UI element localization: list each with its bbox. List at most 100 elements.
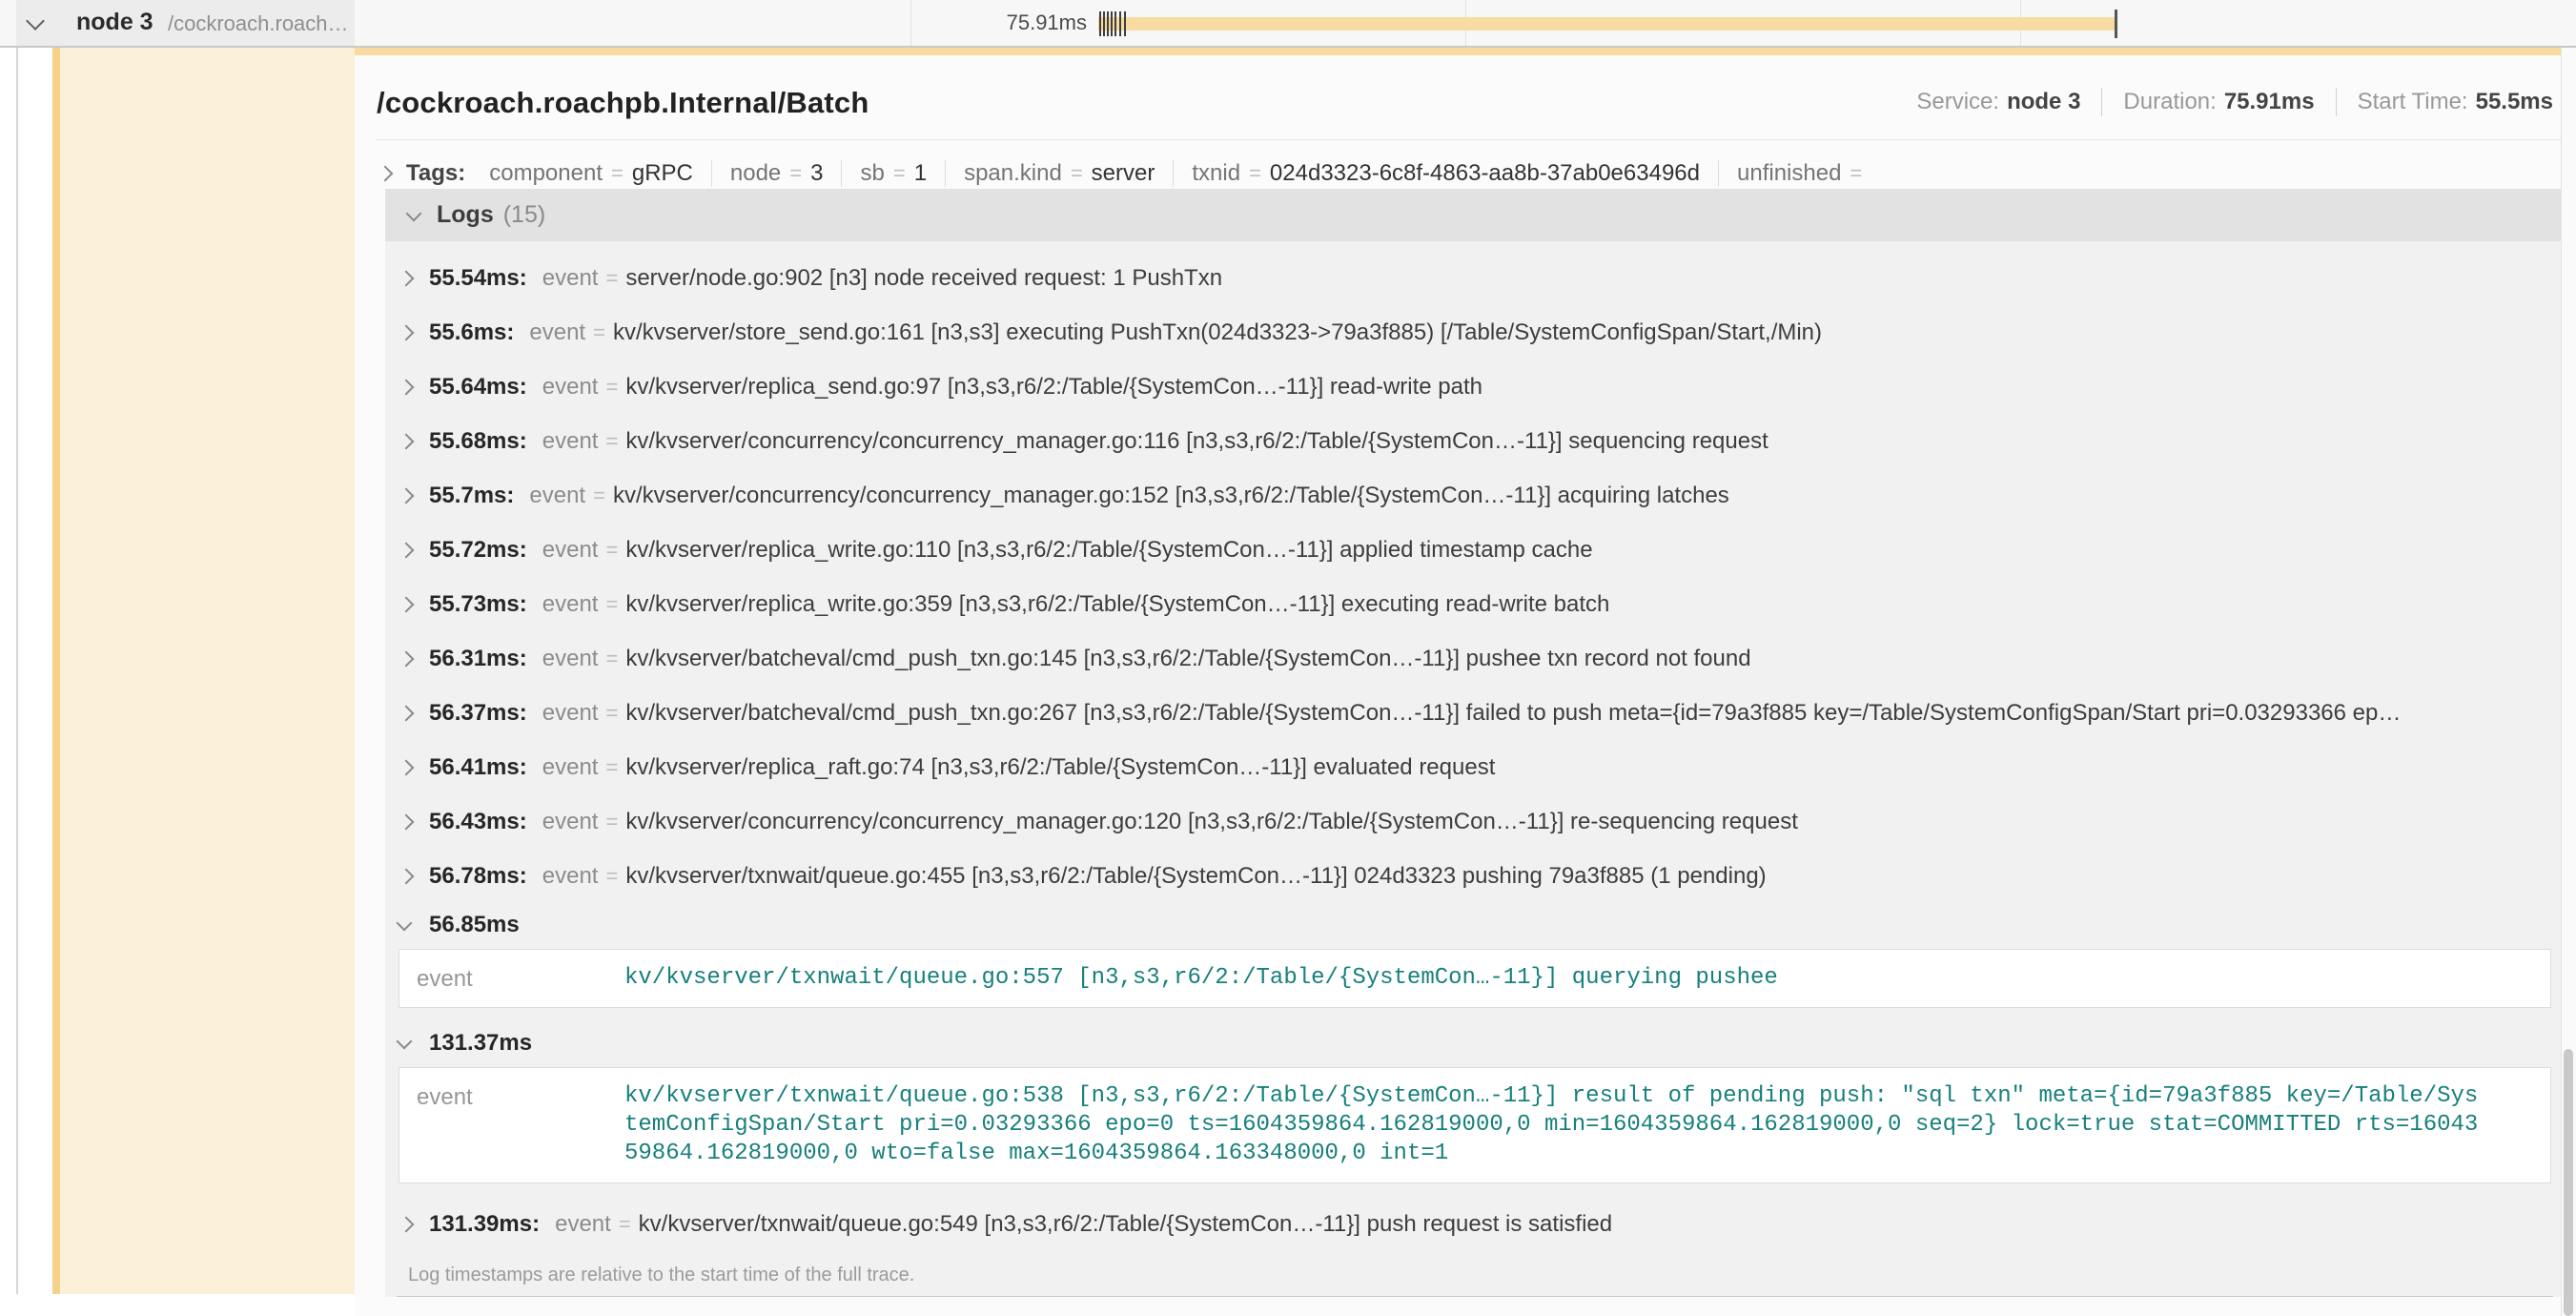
log-field-value: kv/kvserver/replica_write.go:110 [n3,s3,… bbox=[625, 537, 1592, 564]
log-row[interactable]: 55.6ms: event = kv/kvserver/store_send.g… bbox=[397, 305, 2553, 360]
log-field-value: kv/kvserver/replica_write.go:359 [n3,s3,… bbox=[625, 591, 1609, 618]
equals-sign: = bbox=[605, 701, 618, 726]
log-timestamp: 131.39ms: bbox=[429, 1211, 540, 1238]
chevron-right-icon bbox=[399, 379, 415, 395]
log-field-key: event bbox=[529, 319, 585, 346]
equals-sign: = bbox=[593, 483, 605, 508]
meta-separator bbox=[2101, 88, 2102, 116]
tag-txnid: txnid = 024d3323-6c8f-4863-aa8b-37ab0e63… bbox=[1173, 160, 1718, 187]
log-field-key: event bbox=[542, 374, 599, 401]
selected-span-name-column bbox=[59, 48, 355, 1294]
span-operation-name[interactable]: /cockroach.roach… bbox=[168, 11, 349, 36]
log-field-value: kv/kvserver/store_send.go:161 [n3,s3] ex… bbox=[613, 319, 1822, 346]
log-marker-tick bbox=[1124, 11, 1126, 36]
log-row[interactable]: 56.41ms: event = kv/kvserver/replica_raf… bbox=[397, 740, 2553, 794]
detail-panel-accent-border bbox=[355, 48, 2576, 55]
log-marker-tick bbox=[1119, 11, 1121, 36]
log-row[interactable]: 55.7ms: event = kv/kvserver/concurrency/… bbox=[397, 468, 2553, 523]
log-field-key: event bbox=[542, 265, 599, 292]
log-field-value: kv/kvserver/concurrency/concurrency_mana… bbox=[625, 809, 1798, 835]
log-row[interactable]: 55.73ms: event = kv/kvserver/replica_wri… bbox=[397, 577, 2553, 631]
span-duration-bar[interactable] bbox=[1098, 17, 2116, 31]
log-timestamp: 56.43ms: bbox=[429, 809, 527, 835]
log-field-value: kv/kvserver/txnwait/queue.go:455 [n3,s3,… bbox=[625, 863, 1766, 890]
equals-sign: = bbox=[1249, 161, 1261, 186]
log-marker-tick bbox=[1114, 11, 1116, 36]
log-timestamp: 55.7ms: bbox=[429, 483, 514, 509]
log-row[interactable]: 55.68ms: event = kv/kvserver/concurrency… bbox=[397, 414, 2553, 468]
log-timestamp: 56.85ms bbox=[429, 912, 520, 938]
log-timestamp: 55.54ms: bbox=[429, 265, 527, 292]
chevron-right-icon bbox=[399, 759, 415, 775]
scrollbar-track[interactable] bbox=[2561, 48, 2576, 1316]
logs-footer-note: Log timestamps are relative to the start… bbox=[397, 1251, 2553, 1297]
log-row[interactable]: 56.37ms: event = kv/kvserver/batcheval/c… bbox=[397, 686, 2553, 740]
chevron-right-icon bbox=[399, 868, 415, 884]
equals-sign: = bbox=[605, 810, 618, 834]
log-field-value: kv/kvserver/batcheval/cmd_push_txn.go:14… bbox=[625, 646, 1750, 672]
collapse-span-chevron[interactable] bbox=[29, 15, 42, 32]
chevron-right-icon bbox=[399, 542, 415, 558]
log-row[interactable]: 56.43ms: event = kv/kvserver/concurrency… bbox=[397, 794, 2553, 849]
scrollbar-thumb[interactable] bbox=[2564, 1049, 2573, 1316]
log-timestamp: 55.6ms: bbox=[429, 319, 514, 346]
log-field-key: event bbox=[542, 537, 599, 564]
tag-key: span.kind bbox=[964, 160, 1062, 187]
log-timestamp: 55.72ms: bbox=[429, 537, 527, 564]
tag-value: gRPC bbox=[632, 160, 693, 187]
equals-sign: = bbox=[605, 647, 618, 671]
log-row-expanded[interactable]: 131.37ms bbox=[397, 1021, 2553, 1065]
log-field-value: kv/kvserver/replica_raft.go:74 [n3,s3,r6… bbox=[625, 754, 1495, 781]
log-row[interactable]: 55.64ms: event = kv/kvserver/replica_sen… bbox=[397, 360, 2553, 414]
chevron-right-icon bbox=[399, 324, 415, 340]
chevron-right-icon bbox=[399, 596, 415, 612]
log-timestamp: 55.68ms: bbox=[429, 428, 527, 455]
left-gutter-divider bbox=[16, 0, 18, 1294]
log-field-key: event bbox=[542, 700, 599, 727]
log-field-key: event bbox=[542, 591, 599, 618]
tag-key: unfinished bbox=[1737, 160, 1841, 187]
log-row-expanded[interactable]: 56.85ms bbox=[397, 903, 2553, 947]
log-row[interactable]: 56.78ms: event = kv/kvserver/txnwait/que… bbox=[397, 849, 2553, 903]
equals-sign: = bbox=[605, 266, 618, 291]
chevron-right-icon bbox=[399, 433, 415, 449]
log-marker-tick-end bbox=[2115, 10, 2117, 38]
log-row[interactable]: 56.31ms: event = kv/kvserver/batcheval/c… bbox=[397, 631, 2553, 686]
span-color-stripe bbox=[52, 0, 60, 1294]
logs-section: Logs (15) 55.54ms: event = server/node.g… bbox=[385, 189, 2566, 1297]
log-marker-tick bbox=[1111, 11, 1113, 36]
log-row[interactable]: 55.54ms: event = server/node.go:902 [n3]… bbox=[397, 251, 2553, 305]
log-field-key: event bbox=[417, 1082, 624, 1168]
header-divider bbox=[377, 139, 2563, 140]
log-timestamp: 56.78ms: bbox=[429, 863, 527, 890]
log-field-key: event bbox=[417, 964, 624, 993]
equals-sign: = bbox=[605, 592, 618, 617]
start-time-label: Start Time: bbox=[2358, 89, 2468, 115]
log-timestamp: 56.31ms: bbox=[429, 646, 527, 672]
tag-key: node bbox=[730, 160, 781, 187]
chevron-down-icon bbox=[397, 1034, 413, 1050]
chevron-down-icon bbox=[406, 205, 422, 221]
span-detail-panel: /cockroach.roachpb.Internal/Batch Servic… bbox=[355, 55, 2576, 1316]
log-field-value[interactable]: kv/kvserver/txnwait/queue.go:538 [n3,s3,… bbox=[624, 1082, 2485, 1168]
log-timestamp: 55.73ms: bbox=[429, 591, 527, 618]
log-field-key: event bbox=[529, 483, 585, 509]
log-timestamp: 56.41ms: bbox=[429, 754, 527, 781]
chevron-right-icon bbox=[378, 166, 394, 182]
log-row[interactable]: 131.39ms: event = kv/kvserver/txnwait/qu… bbox=[397, 1197, 2553, 1251]
log-field-value[interactable]: kv/kvserver/txnwait/queue.go:557 [n3,s3,… bbox=[624, 964, 2485, 993]
span-timeline-row[interactable]: node 3 /cockroach.roach… 75.91ms bbox=[0, 0, 2576, 48]
equals-sign: = bbox=[605, 755, 618, 780]
chevron-right-icon bbox=[399, 650, 415, 667]
equals-sign: = bbox=[605, 538, 618, 563]
log-field-key: event bbox=[542, 754, 599, 781]
tag-key: txnid bbox=[1192, 160, 1240, 187]
log-detail-table: event kv/kvserver/txnwait/queue.go:557 [… bbox=[399, 949, 2551, 1008]
chevron-right-icon bbox=[399, 270, 415, 286]
log-row[interactable]: 55.72ms: event = kv/kvserver/replica_wri… bbox=[397, 523, 2553, 577]
equals-sign: = bbox=[611, 161, 624, 186]
chevron-down-icon bbox=[397, 915, 413, 932]
logs-accordion-header[interactable]: Logs (15) bbox=[385, 189, 2566, 241]
span-service-name[interactable]: node 3 bbox=[76, 9, 153, 36]
equals-sign: = bbox=[1850, 161, 1862, 186]
